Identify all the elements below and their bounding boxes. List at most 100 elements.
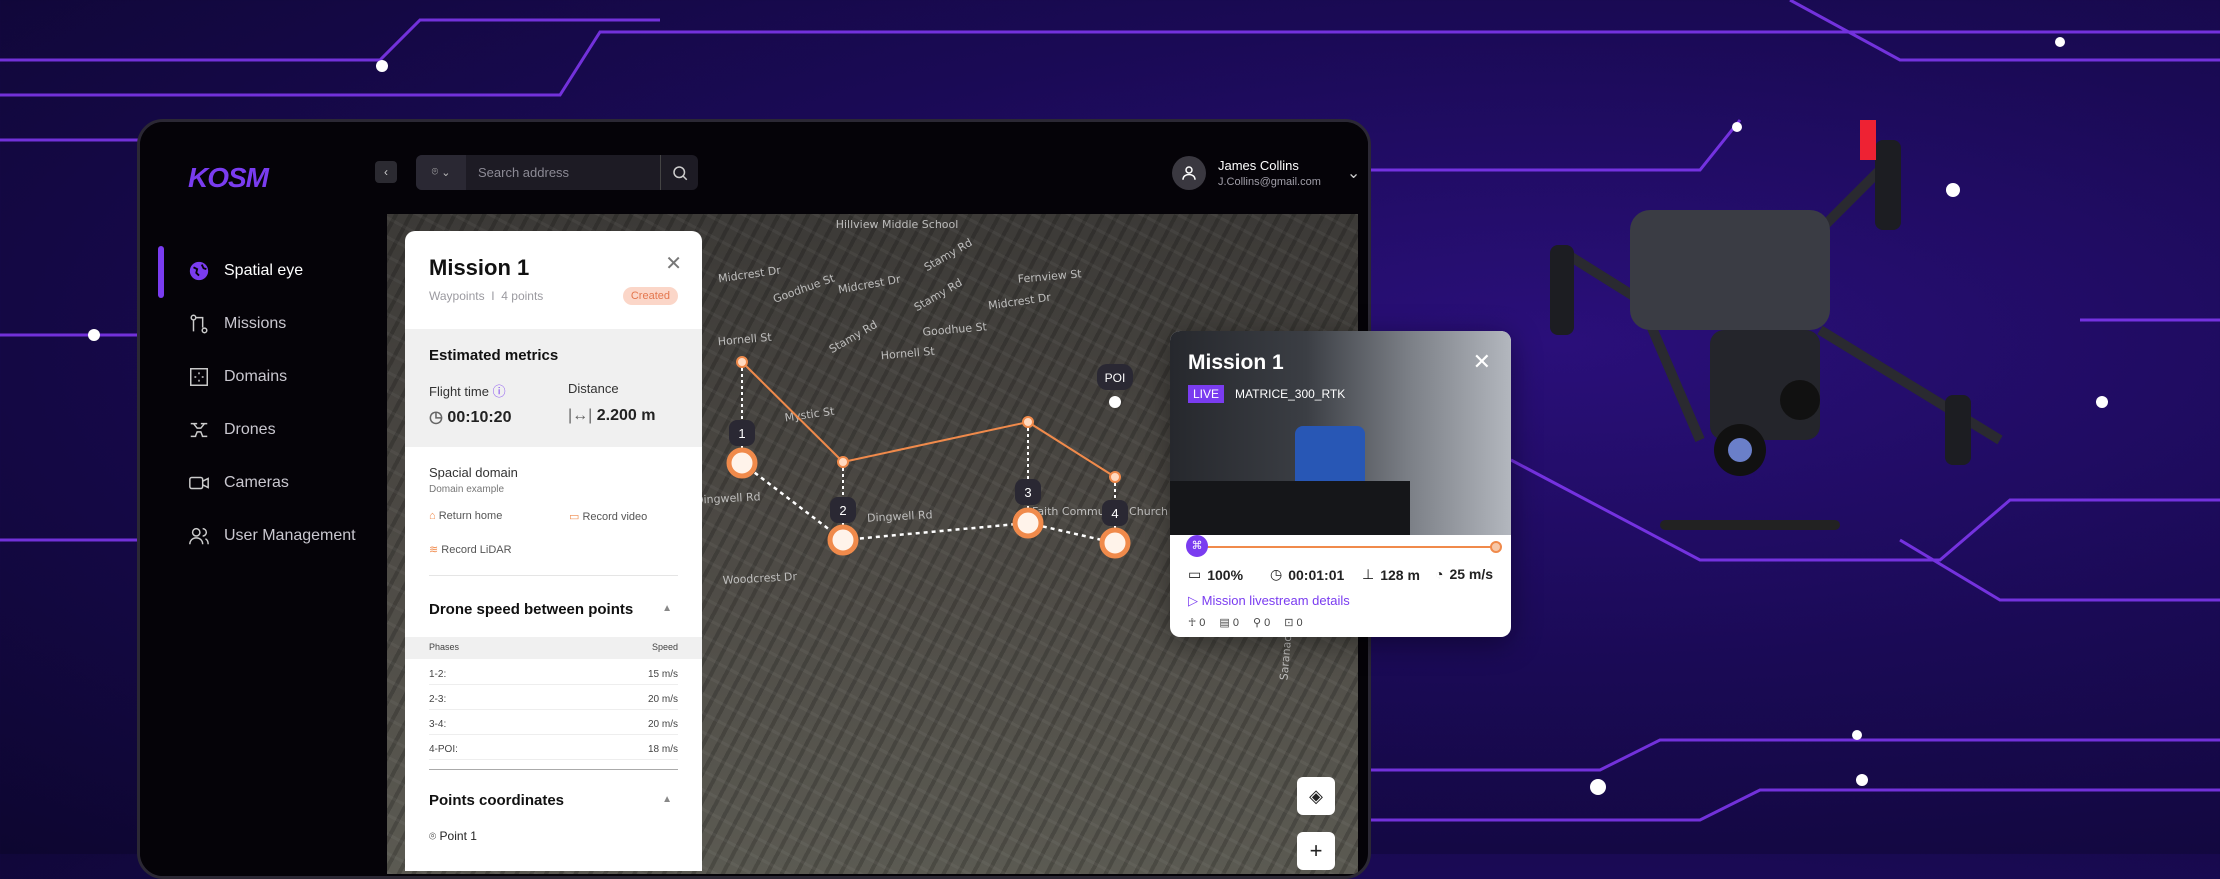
estimated-metrics: Estimated metrics Flight time ⓘ ◷ 00:10:…	[405, 329, 702, 447]
sidebar-item-label: Spatial eye	[224, 262, 304, 279]
battery-icon: ▭	[1188, 566, 1202, 582]
flight-time-value: ◷ 00:10:20	[429, 409, 512, 426]
sidebar-item-label: Cameras	[224, 474, 289, 491]
home-icon: ⌂	[429, 510, 436, 522]
flight-time-label: Flight time ⓘ	[429, 384, 506, 399]
livestream-card: Mission 1 ✕ LIVE MATRICE_300_RTK ⌘ ▭ 100%…	[1170, 331, 1511, 637]
collapse-sidebar-button[interactable]: ‹	[375, 161, 397, 183]
speedometer-icon: ◔	[1435, 566, 1444, 582]
clock-icon: ◷	[429, 409, 443, 426]
close-icon[interactable]: ✕	[1473, 349, 1491, 375]
mission-progress-bar	[1198, 546, 1498, 548]
sidebar-item-drones[interactable]: Drones	[188, 419, 276, 441]
search-icon	[672, 165, 687, 180]
separator: I	[491, 289, 495, 303]
point-1-item[interactable]: ⌾ Point 1	[429, 829, 477, 844]
speed-section-title: Drone speed between points	[429, 601, 634, 618]
sidebar-item-label: Drones	[224, 421, 276, 438]
domain-grid-icon	[190, 368, 208, 386]
globe-icon	[189, 261, 209, 281]
plus-icon: +	[1309, 838, 1323, 863]
truck-count: ⊡ 0	[1284, 617, 1303, 629]
sidebar-item-label: Missions	[224, 315, 287, 332]
search-button[interactable]	[660, 155, 698, 190]
route-icon	[190, 314, 208, 334]
altitude-stat: ⊥ 128 m	[1362, 566, 1420, 583]
map-layers-button[interactable]: ◈	[1297, 777, 1335, 815]
drone-model: MATRICE_300_RTK	[1235, 387, 1346, 401]
sidebar-item-spatial-eye[interactable]: Spatial eye	[188, 260, 303, 282]
action-record-lidar: ≋ Record LiDAR	[429, 544, 512, 556]
lidar-icon: ≋	[429, 544, 439, 556]
speed-row: 1-2: 15 m/s	[429, 669, 678, 685]
speed-stat: ◔ 25 m/s	[1435, 566, 1494, 582]
avatar	[1172, 156, 1206, 190]
location-pin-icon: ⌾	[431, 166, 439, 178]
info-icon[interactable]: ⓘ	[493, 384, 506, 399]
chevron-down-icon: ⌄	[1346, 165, 1361, 182]
status-badge: Created	[622, 287, 678, 305]
layers-icon: ◈	[1309, 785, 1323, 806]
sidebar-item-user-management[interactable]: User Management	[188, 525, 356, 547]
distance-value: |↔| 2.200 m	[568, 407, 656, 424]
search-input[interactable]: Search address	[466, 165, 660, 180]
user-name: James Collins	[1218, 158, 1299, 173]
sidebar-item-label: User Management	[224, 527, 356, 544]
user-email: J.Collins@gmail.com	[1218, 176, 1321, 188]
speed-row: 2-3: 20 m/s	[429, 694, 678, 710]
video-icon: ▭	[569, 511, 580, 523]
points-count: 4 points	[501, 289, 544, 303]
distance-icon: |↔|	[568, 407, 593, 424]
collapse-speed-icon[interactable]: ▲	[662, 603, 672, 614]
battery-stat: ▭ 100%	[1188, 566, 1244, 583]
mission-type: Waypoints	[429, 289, 485, 303]
bike-icon: ⚲	[1253, 617, 1262, 629]
domain-title: Spacial domain	[429, 465, 518, 480]
zoom-in-button[interactable]: +	[1297, 832, 1335, 870]
location-pin-icon: ⌾	[429, 829, 437, 843]
car-count: ▤ 0	[1219, 617, 1239, 629]
location-type-dropdown[interactable]: ⌾ ⌄	[416, 155, 466, 190]
detection-counts: ☥ 0 ▤ 0 ⚲ 0 ⊡ 0	[1188, 616, 1303, 629]
user-icon	[1182, 166, 1196, 180]
drone-position-icon: ⌘	[1186, 535, 1208, 557]
speed-row: 3-4: 20 m/s	[429, 719, 678, 735]
progress-handle[interactable]	[1490, 541, 1502, 553]
action-return-home: ⌂ Return home	[429, 510, 503, 522]
sidebar-item-domains[interactable]: Domains	[188, 366, 287, 388]
active-indicator	[158, 246, 164, 298]
coords-section-title: Points coordinates	[429, 792, 565, 809]
top-bar: ‹ ⌾ ⌄ Search address James Collins J.Colli…	[375, 122, 1368, 214]
elapsed-stat: ◷ 00:01:01	[1270, 566, 1345, 583]
play-icon: ▷	[1188, 593, 1198, 608]
bike-count: ⚲ 0	[1253, 617, 1271, 629]
metrics-title: Estimated metrics	[429, 347, 559, 364]
chevron-down-icon: ⌄	[441, 167, 451, 179]
livestream-details-link[interactable]: ▷ Mission livestream details	[1188, 593, 1350, 609]
sidebar-item-cameras[interactable]: Cameras	[188, 472, 289, 494]
person-icon: ☥	[1188, 617, 1197, 629]
altitude-icon: ⊥	[1362, 566, 1375, 582]
action-record-video: ▭ Record video	[569, 511, 648, 523]
logo: KOSM	[188, 162, 269, 193]
collapse-coords-icon[interactable]: ▲	[662, 794, 672, 805]
clock-icon: ◷	[1270, 566, 1283, 582]
drone-illustration	[1550, 120, 2003, 530]
user-menu[interactable]: James Collins J.Collins@gmail.com ⌄	[1172, 156, 1360, 190]
sidebar-item-label: Domains	[224, 368, 288, 385]
road	[1170, 481, 1410, 535]
sidebar-item-missions[interactable]: Missions	[188, 313, 286, 335]
mission-title: Mission 1	[429, 255, 530, 280]
live-card-title: Mission 1	[1188, 351, 1284, 374]
live-badge: LIVE	[1188, 385, 1225, 403]
search-bar: ⌾ ⌄ Search address	[416, 155, 698, 190]
mission-panel: Mission 1 ✕ Waypoints I 4 points Created…	[405, 231, 702, 871]
speed-row: 4-POI: 18 m/s	[429, 744, 678, 760]
truck-icon: ⊡	[1284, 617, 1294, 629]
sidebar: KOSM Spatial eye Missions Domains Drones…	[140, 122, 387, 876]
drone-icon	[190, 422, 208, 438]
car-icon: ▤	[1219, 617, 1230, 629]
users-icon	[189, 527, 209, 545]
close-icon[interactable]: ✕	[665, 251, 682, 276]
speed-table-header: Phases Speed	[429, 642, 678, 652]
